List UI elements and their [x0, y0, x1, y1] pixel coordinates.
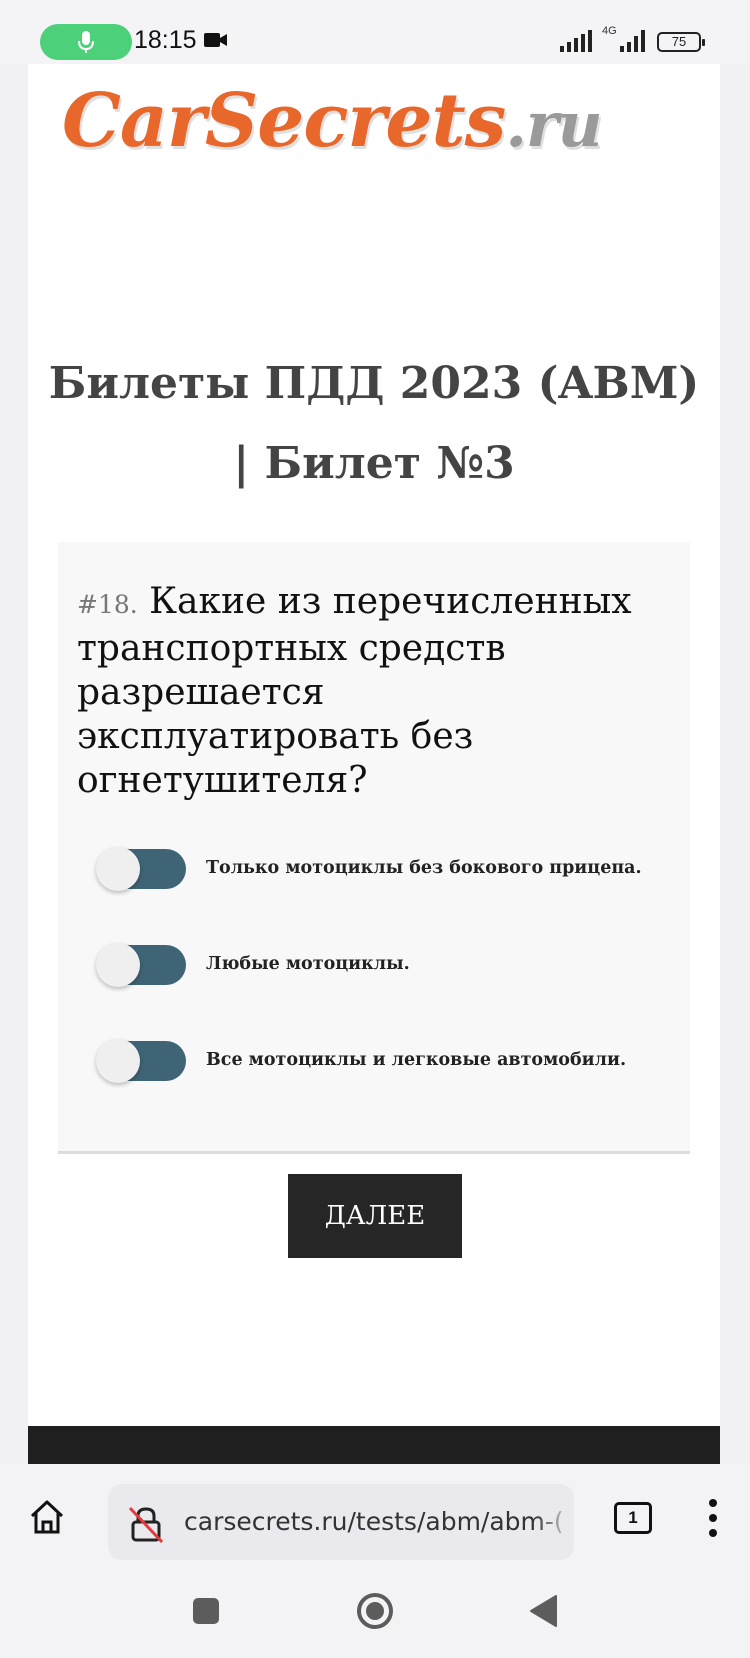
insecure-lock-icon[interactable] [126, 1504, 166, 1544]
question-text: Какие из перечисленных транспортных сред… [77, 581, 632, 801]
answer-label: Любые мотоциклы. [206, 954, 410, 974]
answer-option-2[interactable]: Любые мотоциклы. [96, 940, 678, 990]
browser-toolbar: carsecrets.ru/tests/abm/abm-( 1 [0, 1464, 750, 1574]
signal-icon-2 [620, 30, 645, 52]
logo-main-text: CarSecrets [62, 78, 506, 164]
answer-label: Только мотоциклы без бокового прицепа. [206, 858, 642, 878]
clock: 18:15 [134, 26, 197, 54]
page-footer [28, 1426, 720, 1464]
page-title: Билеты ПДД 2023 (ABM) | Билет №3 [48, 358, 700, 489]
camera-icon [204, 33, 227, 47]
status-bar: 18:15 4G 75 [0, 0, 750, 64]
web-page: CarSecrets.ru Билеты ПДД 2023 (ABM) | Би… [28, 64, 720, 1464]
url-fade [534, 1484, 574, 1560]
home-icon[interactable] [28, 1498, 66, 1536]
tabs-button[interactable]: 1 [614, 1502, 652, 1534]
toggle-knob [96, 943, 140, 987]
signal-icon [560, 30, 592, 52]
answer-option-1[interactable]: Только мотоциклы без бокового прицепа. [96, 844, 678, 894]
nav-back-button[interactable] [528, 1594, 558, 1628]
system-nav-bar [0, 1574, 750, 1658]
address-bar[interactable]: carsecrets.ru/tests/abm/abm-( [108, 1484, 574, 1560]
answer-toggle[interactable] [96, 847, 186, 891]
mic-indicator[interactable] [40, 24, 132, 60]
answer-label: Все мотоциклы и легковые автомобили. [206, 1050, 627, 1070]
battery-icon: 75 [657, 32, 705, 52]
question-text-block: #18. Какие из перечисленных транспортных… [77, 580, 647, 803]
logo-tld-text: .ru [505, 88, 602, 161]
next-button[interactable]: ДАЛЕЕ [288, 1174, 462, 1258]
question-card: #18. Какие из перечисленных транспортных… [58, 542, 690, 1154]
url-text: carsecrets.ru/tests/abm/abm-( [184, 1507, 564, 1536]
question-number: #18. [77, 590, 138, 619]
answer-option-3[interactable]: Все мотоциклы и легковые автомобили. [96, 1036, 678, 1086]
toggle-knob [96, 847, 140, 891]
more-menu-icon[interactable] [707, 1498, 719, 1538]
recent-apps-button[interactable] [193, 1598, 219, 1624]
mic-icon [78, 31, 94, 53]
nav-home-button[interactable] [356, 1592, 394, 1630]
site-logo[interactable]: CarSecrets.ru [62, 78, 603, 164]
network-type: 4G [602, 25, 617, 37]
answer-toggle[interactable] [96, 1039, 186, 1083]
toggle-knob [96, 1039, 140, 1083]
answer-toggle[interactable] [96, 943, 186, 987]
